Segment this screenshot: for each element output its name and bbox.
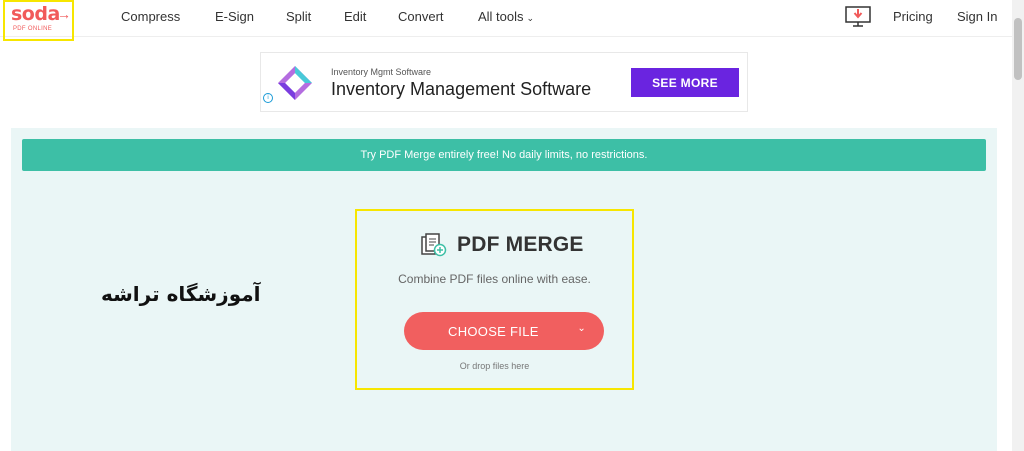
nav-all-tools[interactable]: All tools ⌄ [478,9,534,24]
choose-file-button[interactable]: CHOOSE FILE ⌄ [404,312,604,350]
nav-edit[interactable]: Edit [344,9,366,24]
top-header: soda → PDF ONLINE Compress E-Sign Split … [0,0,1012,41]
pricing-link[interactable]: Pricing [893,9,933,24]
promo-banner: Try PDF Merge entirely free! No daily li… [22,139,986,171]
soda-pdf-logo[interactable]: soda → PDF ONLINE [3,0,74,41]
nav-convert[interactable]: Convert [398,9,444,24]
upload-panel: PDF MERGE Combine PDF files online with … [355,209,634,390]
sign-in-link[interactable]: Sign In [957,9,997,24]
logo-wordmark: soda [11,3,60,25]
ad-banner[interactable]: Inventory Mgmt Software Inventory Manage… [260,52,748,112]
ad-advertiser: Inventory Mgmt Software [331,67,432,77]
main-content: Try PDF Merge entirely free! No daily li… [11,128,997,451]
scrollbar-thumb[interactable] [1014,18,1022,80]
nav-split[interactable]: Split [286,9,311,24]
tool-subtitle: Combine PDF files online with ease. [398,272,591,286]
chevron-down-icon: ⌄ [526,13,535,23]
watermark-text: آموزشگاه تراشه [101,282,261,306]
logo-subtitle: PDF ONLINE [13,26,53,32]
desktop-download-icon[interactable] [844,5,872,29]
choose-file-label: CHOOSE FILE [448,324,539,339]
chevron-down-icon[interactable]: ⌄ [577,323,586,334]
ad-brand-logo [278,66,312,100]
merge-document-icon [421,233,447,257]
ad-info-icon[interactable]: i [263,93,273,103]
vertical-scrollbar[interactable] [1012,0,1024,451]
nav-e-sign[interactable]: E-Sign [215,9,254,24]
logo-arrow-icon: → [57,6,71,22]
ad-see-more-button[interactable]: SEE MORE [631,68,739,97]
tool-title: PDF MERGE [457,233,584,256]
drop-hint: Or drop files here [459,361,530,371]
ad-headline: Inventory Management Software [331,79,592,99]
nav-compress[interactable]: Compress [121,9,180,24]
nav-all-tools-label: All tools [478,9,524,24]
